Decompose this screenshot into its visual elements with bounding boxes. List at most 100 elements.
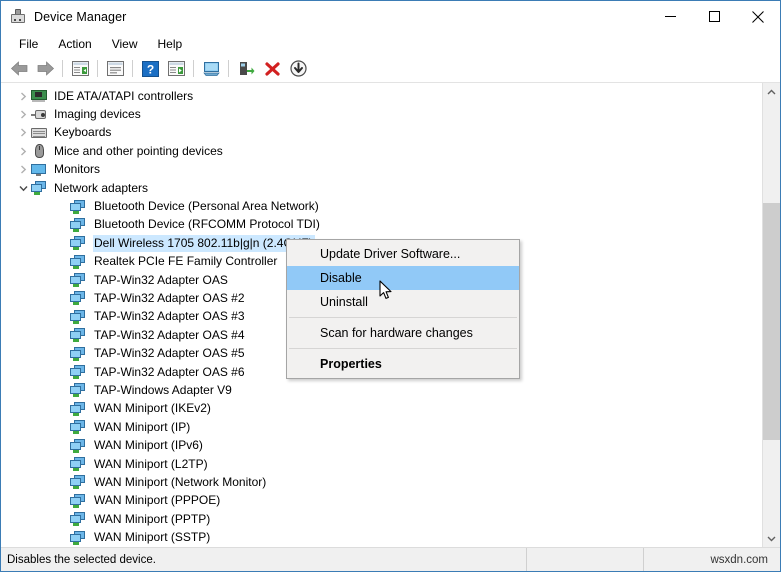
chevron-right-icon[interactable] bbox=[15, 88, 31, 104]
monitor-icon bbox=[31, 162, 48, 178]
imaging-device-icon bbox=[31, 107, 48, 123]
network-adapter-icon bbox=[70, 456, 87, 472]
tree-item[interactable]: WAN Miniport (Network Monitor) bbox=[1, 473, 762, 491]
tree-item[interactable]: TAP-Windows Adapter V9 bbox=[1, 381, 762, 399]
menu-help[interactable]: Help bbox=[148, 34, 193, 54]
tree-item[interactable]: Monitors bbox=[1, 161, 762, 179]
minimize-button[interactable] bbox=[648, 1, 692, 32]
maximize-button[interactable] bbox=[692, 1, 736, 32]
network-adapter-icon bbox=[70, 235, 87, 251]
network-adapter-icon bbox=[70, 474, 87, 490]
toolbar-separator bbox=[97, 60, 98, 77]
tree-item-label: Mice and other pointing devices bbox=[54, 143, 223, 158]
tree-item-label: WAN Miniport (SSTP) bbox=[94, 530, 211, 545]
context-menu-separator bbox=[289, 348, 517, 349]
tree-item-label: TAP-Win32 Adapter OAS #4 bbox=[94, 327, 245, 342]
tree-item[interactable]: WAN Miniport (L2TP) bbox=[1, 455, 762, 473]
network-adapter-icon bbox=[70, 217, 87, 233]
scroll-down-icon[interactable] bbox=[763, 530, 780, 547]
network-adapter-icon bbox=[70, 272, 87, 288]
tree-item[interactable]: Network adapters bbox=[1, 179, 762, 197]
tree-item-label: Keyboards bbox=[54, 125, 112, 140]
tree-item[interactable]: Keyboards bbox=[1, 124, 762, 142]
scroll-up-icon[interactable] bbox=[763, 83, 780, 100]
tree-item[interactable]: WAN Miniport (IKEv2) bbox=[1, 400, 762, 418]
back-icon[interactable] bbox=[6, 57, 32, 81]
disable-device-icon[interactable] bbox=[285, 57, 311, 81]
tree-item-label: TAP-Win32 Adapter OAS #2 bbox=[94, 290, 245, 305]
tree-item-label: WAN Miniport (IP) bbox=[94, 419, 191, 434]
tree-item[interactable]: WAN Miniport (PPPOE) bbox=[1, 492, 762, 510]
tree-item-label: Monitors bbox=[54, 162, 101, 177]
menu-view[interactable]: View bbox=[102, 34, 148, 54]
network-adapter-icon bbox=[70, 382, 87, 398]
context-menu[interactable]: Update Driver Software... Disable Uninstal… bbox=[286, 239, 520, 379]
tree-item-label: TAP-Win32 Adapter OAS #5 bbox=[94, 346, 245, 361]
help-icon[interactable]: ? bbox=[137, 57, 163, 81]
show-hide-console-tree-icon[interactable] bbox=[67, 57, 93, 81]
tree-item[interactable]: Mice and other pointing devices bbox=[1, 142, 762, 160]
tree-item[interactable]: WAN Miniport (IP) bbox=[1, 418, 762, 436]
update-driver-icon[interactable] bbox=[198, 57, 224, 81]
uninstall-device-icon[interactable] bbox=[259, 57, 285, 81]
device-manager-icon bbox=[10, 8, 26, 25]
context-menu-item[interactable]: Scan for hardware changes bbox=[287, 321, 519, 345]
menu-file[interactable]: File bbox=[9, 34, 48, 54]
properties-icon[interactable] bbox=[102, 57, 128, 81]
tree-item-label: Bluetooth Device (RFCOMM Protocol TDI) bbox=[94, 217, 320, 232]
tree-item-label: WAN Miniport (IPv6) bbox=[94, 438, 203, 453]
toolbar: ? bbox=[1, 55, 780, 83]
status-middle-pane bbox=[526, 548, 643, 571]
status-bar: Disables the selected device. wsxdn.com bbox=[1, 547, 780, 571]
toolbar-separator bbox=[228, 60, 229, 77]
network-adapter-icon bbox=[70, 511, 87, 527]
mouse-icon bbox=[31, 143, 48, 159]
forward-icon[interactable] bbox=[32, 57, 58, 81]
context-menu-item[interactable]: Properties bbox=[287, 352, 519, 376]
ide-controller-icon bbox=[31, 88, 48, 104]
tree-item-label: Bluetooth Device (Personal Area Network) bbox=[94, 199, 319, 214]
toolbar-separator bbox=[62, 60, 63, 77]
tree-item[interactable]: Imaging devices bbox=[1, 105, 762, 123]
tree-item-label: TAP-Win32 Adapter OAS #3 bbox=[94, 309, 245, 324]
context-menu-item[interactable]: Disable bbox=[287, 266, 519, 290]
chevron-right-icon[interactable] bbox=[15, 143, 31, 159]
tree-item-label: WAN Miniport (Network Monitor) bbox=[94, 474, 267, 489]
chevron-down-icon[interactable] bbox=[15, 180, 31, 196]
tree-item[interactable]: WAN Miniport (SSTP) bbox=[1, 528, 762, 546]
vertical-scrollbar[interactable] bbox=[762, 83, 780, 547]
tree-item[interactable]: WAN Miniport (PPTP) bbox=[1, 510, 762, 528]
tree-item[interactable]: WAN Miniport (IPv6) bbox=[1, 436, 762, 454]
tree-item-label: TAP-Windows Adapter V9 bbox=[94, 382, 232, 397]
scrollbar-thumb[interactable] bbox=[763, 203, 780, 440]
tree-item[interactable]: IDE ATA/ATAPI controllers bbox=[1, 87, 762, 105]
context-menu-item[interactable]: Uninstall bbox=[287, 290, 519, 314]
close-button[interactable] bbox=[736, 1, 780, 32]
chevron-right-icon[interactable] bbox=[15, 107, 31, 123]
tree-item[interactable]: Bluetooth Device (Personal Area Network) bbox=[1, 197, 762, 215]
device-manager-window: Device Manager File Action View Help ? I… bbox=[0, 0, 781, 572]
network-adapter-icon bbox=[70, 364, 87, 380]
chevron-right-icon[interactable] bbox=[15, 162, 31, 178]
status-watermark: wsxdn.com bbox=[643, 548, 780, 571]
network-adapter-icon bbox=[70, 419, 87, 435]
enable-device-icon[interactable] bbox=[233, 57, 259, 81]
network-adapter-icon bbox=[70, 493, 87, 509]
tree-item[interactable]: Bluetooth Device (RFCOMM Protocol TDI) bbox=[1, 216, 762, 234]
menu-bar: File Action View Help bbox=[1, 32, 780, 55]
chevron-right-icon[interactable] bbox=[15, 125, 31, 141]
network-adapter-icon bbox=[70, 346, 87, 362]
status-message: Disables the selected device. bbox=[7, 553, 156, 566]
scan-for-hardware-changes-icon[interactable] bbox=[163, 57, 189, 81]
menu-action[interactable]: Action bbox=[48, 34, 101, 54]
context-menu-item[interactable]: Update Driver Software... bbox=[287, 242, 519, 266]
